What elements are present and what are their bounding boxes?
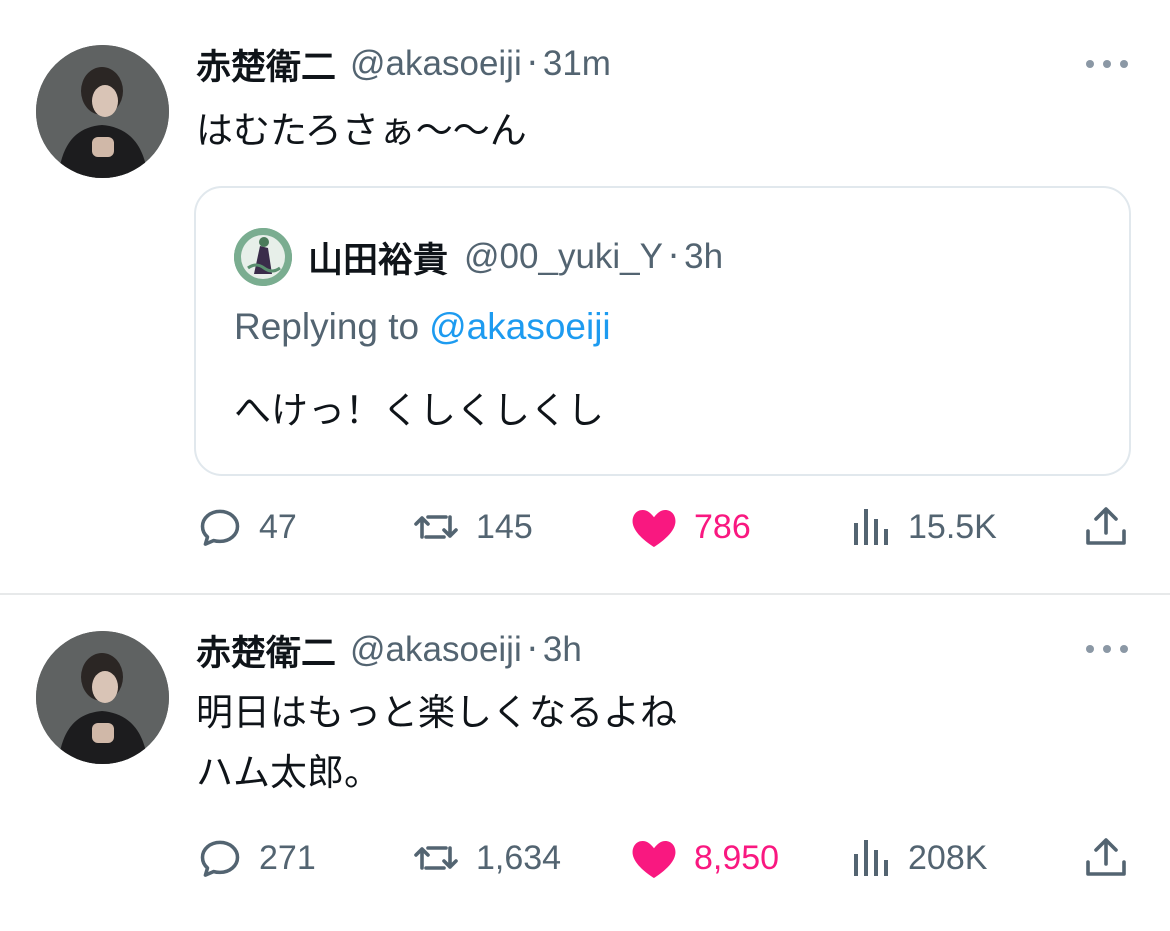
heart-filled-icon [632, 510, 676, 547]
replying-to-line: Replying to @akasoeiji [234, 306, 611, 348]
separator-dot: · [526, 630, 538, 670]
quoted-author-handle[interactable]: @00_yuki_Y [464, 237, 663, 277]
author-avatar[interactable] [36, 631, 169, 764]
views-button[interactable]: 208K [850, 828, 987, 888]
share-button[interactable] [1082, 497, 1130, 557]
author-handle[interactable]: @akasoeiji [350, 630, 522, 670]
replying-to-label: Replying to [234, 306, 420, 347]
quoted-time[interactable]: 3h [684, 237, 723, 277]
views-bar-icon [854, 840, 888, 876]
retweet-icon [414, 515, 458, 539]
author-handle[interactable]: @akasoeiji [350, 44, 522, 84]
quoted-header: 山田裕貴 @00_yuki_Y · 3h [308, 232, 723, 282]
tweet-time[interactable]: 3h [543, 630, 582, 670]
share-upload-icon [1086, 507, 1126, 545]
views-bar-icon [854, 509, 888, 545]
quoted-separator-dot: · [668, 237, 680, 277]
tweet-header: 赤楚衛二 @akasoeiji · 3h [196, 625, 582, 675]
retweet-count: 1,634 [476, 838, 562, 877]
tweet-header: 赤楚衛二 @akasoeiji · 31m [196, 39, 611, 89]
reply-count: 271 [259, 838, 316, 877]
tweet-actions: 271 1,634 8,950 208K [0, 828, 1170, 888]
author-avatar[interactable] [36, 45, 169, 178]
like-count: 8,950 [694, 838, 780, 877]
retweet-icon [414, 846, 458, 870]
retweet-button[interactable]: 145 [410, 497, 533, 557]
like-count: 786 [694, 507, 751, 546]
quoted-tweet[interactable]: 山田裕貴 @00_yuki_Y · 3h Replying to @akasoei… [194, 186, 1131, 476]
share-button[interactable] [1082, 828, 1130, 888]
reply-bubble-icon [200, 840, 240, 877]
quoted-avatar-image [234, 228, 292, 286]
retweet-button[interactable]: 1,634 [410, 828, 561, 888]
like-button[interactable]: 8,950 [630, 828, 779, 888]
more-dots-icon[interactable] [1086, 643, 1128, 655]
author-name[interactable]: 赤楚衛二 [196, 625, 336, 676]
tweet-actions: 47 145 786 15.5K [0, 497, 1170, 557]
reply-bubble-icon [200, 509, 240, 546]
quoted-author-name[interactable]: 山田裕貴 [308, 232, 448, 283]
replying-to-handle-link[interactable]: @akasoeiji [429, 306, 611, 347]
views-count: 208K [908, 838, 988, 877]
reply-button[interactable]: 47 [195, 497, 297, 557]
reply-button[interactable]: 271 [195, 828, 316, 888]
author-name[interactable]: 赤楚衛二 [196, 39, 336, 90]
views-count: 15.5K [908, 507, 997, 546]
avatar-photo [36, 631, 169, 764]
separator-dot: · [526, 44, 538, 84]
retweet-count: 145 [476, 507, 533, 546]
heart-filled-icon [632, 841, 676, 878]
share-upload-icon [1086, 838, 1126, 876]
tweet-text-line-2: ハム太郎。 [196, 751, 381, 794]
tweet-time[interactable]: 31m [543, 44, 611, 84]
tweet-1[interactable]: 赤楚衛二 @akasoeiji · 31m はむたろさぁ〜〜ん 山田裕貴 @00… [0, 0, 1170, 593]
quoted-tweet-text: へけっ！くしくしくし [234, 389, 604, 432]
tweet-text-line-1: 明日はもっと楽しくなるよね [196, 691, 677, 734]
reply-count: 47 [259, 507, 297, 546]
tweet-2[interactable]: 赤楚衛二 @akasoeiji · 3h 明日はもっと楽しくなるよね ハム太郎。… [0, 595, 1170, 931]
quoted-author-avatar[interactable] [234, 228, 292, 286]
avatar-photo [36, 45, 169, 178]
tweet-text: 明日はもっと楽しくなるよね ハム太郎。 [196, 683, 677, 803]
like-button[interactable]: 786 [630, 497, 751, 557]
views-button[interactable]: 15.5K [850, 497, 997, 557]
tweet-text: はむたろさぁ〜〜ん [196, 109, 527, 152]
more-dots-icon[interactable] [1086, 58, 1128, 70]
